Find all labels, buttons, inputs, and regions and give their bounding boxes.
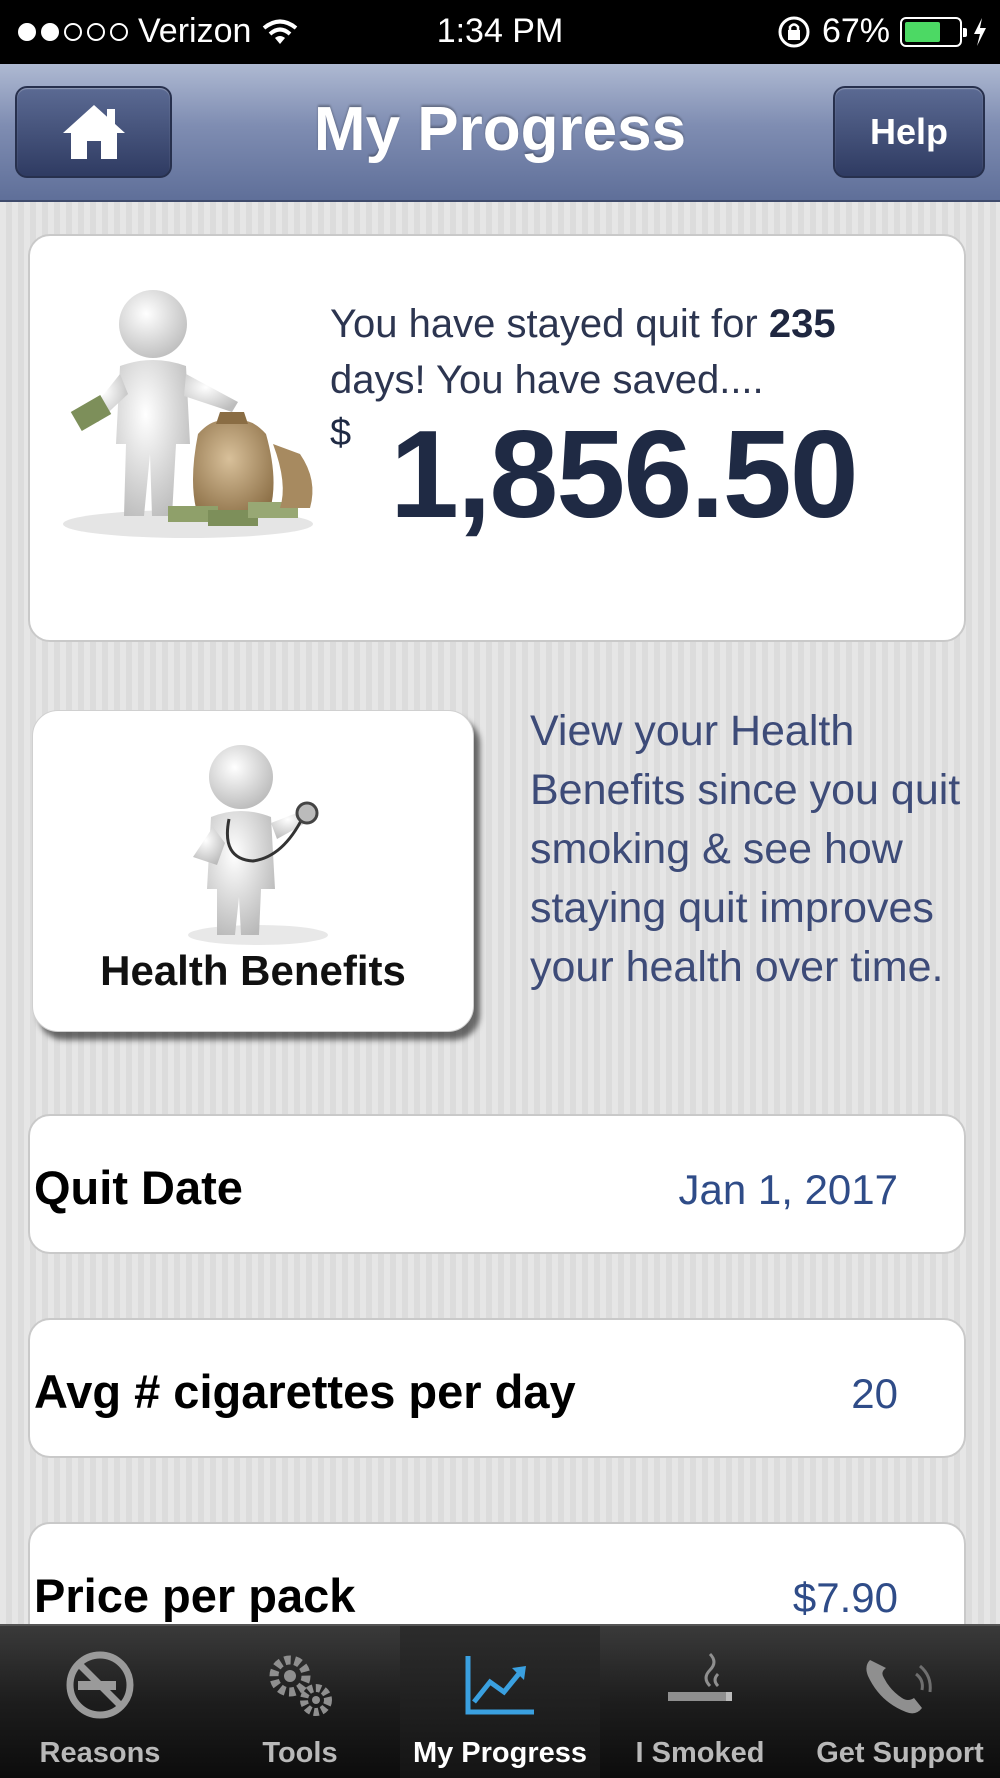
phone-icon	[866, 1660, 932, 1714]
battery-percent: 67%	[821, 12, 890, 50]
quit-summary-suffix: days! You have saved....	[330, 358, 764, 402]
charging-icon	[974, 17, 986, 46]
main-content[interactable]: You have stayed quit for 235 days! You h…	[0, 202, 1000, 1624]
money-bag-figure-image	[63, 290, 313, 538]
help-button[interactable]: Help	[833, 86, 985, 178]
quit-date-label: Quit Date	[34, 1161, 243, 1214]
health-benefits-label: Health Benefits	[100, 947, 406, 994]
doctor-figure-image	[188, 745, 328, 945]
quit-date-row[interactable]: Quit Date Jan 1, 2017	[28, 1114, 966, 1254]
tab-i-smoked[interactable]: I Smoked	[600, 1626, 800, 1778]
tab-bar: Reasons Tools My Progress I Smoked Get S…	[0, 1624, 1000, 1778]
tab-get-support-label: Get Support	[816, 1737, 984, 1769]
rotation-lock-icon	[778, 16, 810, 47]
health-benefits-button[interactable]: Health Benefits	[32, 710, 474, 1032]
status-bar: Verizon 1:34 PM 67%	[0, 0, 1000, 64]
money-saved-amount: 1,856.50	[390, 406, 859, 544]
price-per-pack-label: Price per pack	[34, 1569, 356, 1622]
tab-tools[interactable]: Tools	[200, 1626, 400, 1778]
health-benefits-description: View your Health Benefits since you quit…	[530, 707, 961, 991]
tab-my-progress[interactable]: My Progress	[400, 1626, 600, 1778]
navigation-bar: My Progress Help	[0, 64, 1000, 202]
currency-symbol: $	[330, 412, 352, 454]
tab-tools-label: Tools	[262, 1737, 338, 1769]
cigarettes-per-day-value: 20	[851, 1370, 898, 1417]
cigarettes-per-day-label: Avg # cigarettes per day	[34, 1365, 576, 1418]
quit-date-value: Jan 1, 2017	[678, 1166, 898, 1213]
cigarette-icon	[668, 1652, 732, 1701]
quit-summary-prefix: You have stayed quit for	[330, 302, 758, 346]
gears-icon	[269, 1655, 332, 1716]
cigarettes-per-day-row[interactable]: Avg # cigarettes per day 20	[28, 1318, 966, 1458]
battery-icon	[900, 16, 967, 47]
tab-i-smoked-label: I Smoked	[635, 1737, 765, 1769]
chart-icon	[465, 1656, 534, 1715]
tab-reasons[interactable]: Reasons	[0, 1626, 200, 1778]
price-per-pack-row[interactable]: Price per pack $7.90	[28, 1522, 966, 1624]
savings-card: You have stayed quit for 235 days! You h…	[28, 234, 966, 642]
no-smoking-icon	[66, 1651, 134, 1719]
tab-my-progress-label: My Progress	[412, 1737, 588, 1769]
price-per-pack-value: $7.90	[792, 1574, 898, 1621]
tab-get-support[interactable]: Get Support	[800, 1626, 1000, 1778]
status-right: 67%	[776, 12, 988, 51]
tab-reasons-label: Reasons	[39, 1737, 161, 1769]
quit-summary-text: You have stayed quit for 235 days! You h…	[330, 296, 930, 408]
days-quit-count: 235	[768, 302, 836, 346]
